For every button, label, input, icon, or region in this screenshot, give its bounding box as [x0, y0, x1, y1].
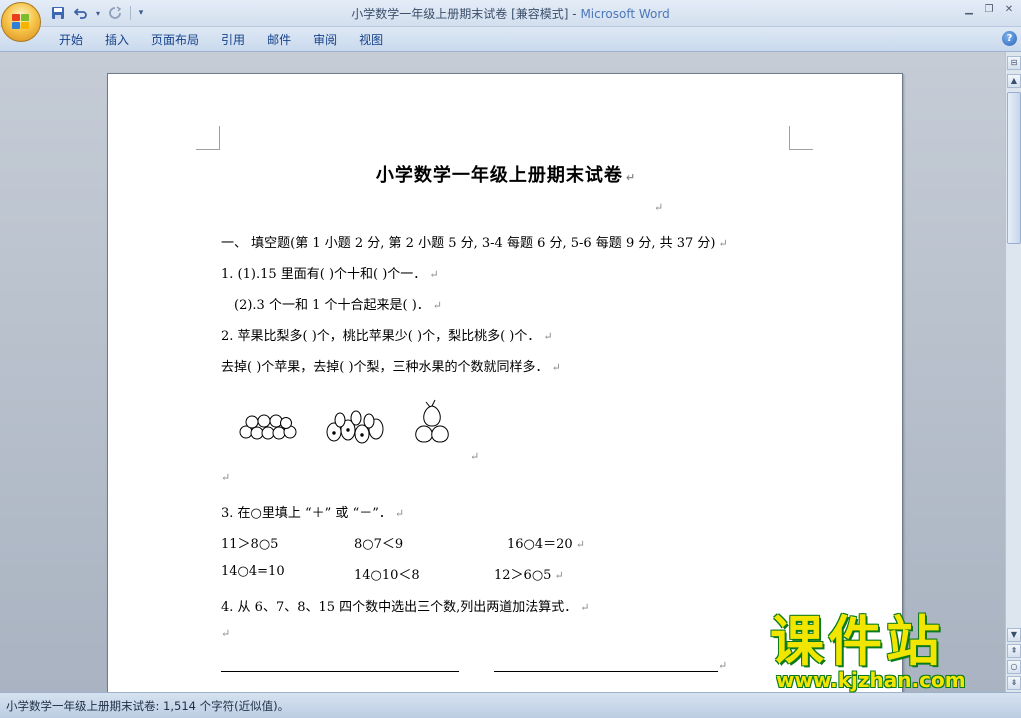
tab-references[interactable]: 引用: [210, 31, 256, 49]
next-page-icon[interactable]: ⇟: [1007, 676, 1021, 690]
paragraph-mark: ↵: [718, 237, 728, 250]
peaches-group: [415, 399, 449, 443]
document-workspace[interactable]: 小学数学一年级上册期末试卷 ↵ ↵ 一、 填空题(第 1 小题 2 分, 第 2 …: [0, 52, 1005, 692]
equation-2-3: 12＞6○5 ↵: [494, 564, 564, 583]
window-title: 小学数学一年级上册期末试卷 [兼容模式] - Microsoft Word: [0, 5, 1021, 22]
equation-2-2: 14○10＜8: [354, 568, 420, 583]
paragraph-mark: ↵: [394, 507, 405, 520]
title-bar: ▾ ▾ 小学数学一年级上册期末试卷 [兼容模式] - Microsoft Wor…: [0, 0, 1021, 27]
paragraph-mark: ↵: [221, 627, 231, 640]
equation-2-3-text: 12＞6○5: [494, 568, 552, 583]
question-2-line-1: 2. 苹果比梨多( )个，桃比苹果少( )个，梨比桃多( )个． ↵: [221, 325, 553, 344]
document-page[interactable]: 小学数学一年级上册期末试卷 ↵ ↵ 一、 填空题(第 1 小题 2 分, 第 2 …: [107, 73, 903, 692]
paragraph-mark: ↵: [543, 330, 553, 343]
close-icon[interactable]: ✕: [1001, 3, 1017, 17]
watermark-url: www.kjzhan.com: [776, 668, 966, 692]
window-controls: ▁ ❐ ✕: [961, 3, 1017, 17]
equation-1-2: 8○7＜9: [354, 537, 404, 552]
tab-insert[interactable]: 插入: [94, 31, 140, 49]
scroll-down-icon[interactable]: ▼: [1007, 628, 1021, 642]
question-4-heading-text: 4. 从 6、7、8、15 四个数中选出三个数,列出两道加法算式．: [221, 600, 578, 615]
ribbon: 开始 插入 页面布局 引用 邮件 审阅 视图 ?: [0, 27, 1021, 52]
equation-2-1: 14○4=10: [221, 564, 285, 579]
equation-1-1: 11＞8○5: [221, 537, 279, 552]
paragraph-mark: ↵: [429, 268, 439, 281]
equation-1-3-text: 16○4＝20: [507, 537, 573, 552]
paragraph-mark: ↵: [432, 299, 442, 312]
question-3-heading: 3. 在○里填上 “＋” 或 “－”． ↵: [221, 502, 404, 521]
document-title: 小学数学一年级上册期末试卷 ↵: [108, 161, 904, 187]
tab-home[interactable]: 开始: [48, 31, 94, 49]
restore-icon[interactable]: ❐: [981, 3, 997, 17]
tab-review[interactable]: 审阅: [302, 31, 348, 49]
paragraph-mark: ↵: [221, 471, 231, 484]
question-2-line-1-text: 2. 苹果比梨多( )个，桃比苹果少( )个，梨比桃多( )个．: [221, 329, 541, 344]
section-1-heading: 一、 填空题(第 1 小题 2 分, 第 2 小题 5 分, 3-4 每题 6 …: [221, 232, 728, 251]
document-title-text: 小学数学一年级上册期末试卷: [375, 165, 623, 186]
apples-group: [239, 414, 297, 440]
select-browse-object-icon[interactable]: ○: [1007, 660, 1021, 674]
fruit-illustration: [239, 399, 449, 444]
status-word-count[interactable]: 小学数学一年级上册期末试卷: 1,514 个字符(近似值)。: [6, 698, 289, 714]
paragraph-mark: ↵: [718, 659, 728, 672]
office-logo-icon: [12, 14, 30, 30]
paragraph-mark: ↵: [551, 361, 561, 374]
question-3-heading-text: 3. 在○里填上 “＋” 或 “－”．: [221, 506, 392, 521]
question-1-part-2-text: (2).3 个一和 1 个十合起来是( )．: [234, 298, 430, 313]
title-separator: -: [568, 7, 581, 21]
paragraph-mark: ↵: [580, 601, 590, 614]
answer-line-2: [494, 671, 718, 672]
paragraph-mark: ↵: [470, 450, 480, 463]
equation-1-3: 16○4＝20 ↵: [507, 533, 585, 552]
vertical-scrollbar[interactable]: ⊟ ▲ ▼ ⇞ ○ ⇟: [1005, 52, 1021, 692]
question-4-heading: 4. 从 6、7、8、15 四个数中选出三个数,列出两道加法算式． ↵: [221, 596, 590, 615]
pears-group: [326, 410, 384, 444]
office-button[interactable]: [1, 2, 41, 42]
scroll-up-icon[interactable]: ▲: [1007, 74, 1021, 88]
paragraph-mark: ↵: [625, 171, 637, 184]
tab-view[interactable]: 视图: [348, 31, 394, 49]
app-name: Microsoft Word: [580, 7, 670, 21]
paragraph-mark: ↵: [554, 569, 564, 582]
watermark-logo: 课件站 www.kjzhan.com: [770, 612, 1002, 696]
question-2-line-2-text: 去掉( )个苹果，去掉( )个梨，三种水果的个数就同样多．: [221, 360, 549, 375]
paragraph-mark: ↵: [654, 201, 664, 214]
question-1-part-2: (2).3 个一和 1 个十合起来是( )． ↵: [234, 294, 442, 313]
tab-page-layout[interactable]: 页面布局: [140, 31, 210, 49]
minimize-icon[interactable]: ▁: [961, 3, 977, 17]
paragraph-mark: ↵: [575, 538, 585, 551]
question-1-part-1: 1. (1).15 里面有( )个十和( )个一． ↵: [221, 263, 439, 282]
scroll-thumb[interactable]: [1007, 92, 1021, 244]
document-title-text: 小学数学一年级上册期末试卷 [兼容模式]: [351, 7, 569, 21]
document-body: 小学数学一年级上册期末试卷 ↵ ↵ 一、 填空题(第 1 小题 2 分, 第 2 …: [108, 74, 904, 692]
previous-page-icon[interactable]: ⇞: [1007, 644, 1021, 658]
ruler-toggle-icon[interactable]: ⊟: [1007, 56, 1021, 70]
question-2-line-2: 去掉( )个苹果，去掉( )个梨，三种水果的个数就同样多． ↵: [221, 356, 561, 375]
answer-line-1: [221, 671, 459, 672]
word-window: ▾ ▾ 小学数学一年级上册期末试卷 [兼容模式] - Microsoft Wor…: [0, 0, 1021, 718]
watermark-main-text: 课件站: [770, 610, 944, 673]
section-1-heading-text: 一、 填空题(第 1 小题 2 分, 第 2 小题 5 分, 3-4 每题 6 …: [221, 236, 716, 251]
help-icon[interactable]: ?: [1002, 31, 1017, 46]
tab-mailings[interactable]: 邮件: [256, 31, 302, 49]
ribbon-tabs: 开始 插入 页面布局 引用 邮件 审阅 视图: [48, 31, 394, 49]
question-1-part-1-text: 1. (1).15 里面有( )个十和( )个一．: [221, 267, 427, 282]
